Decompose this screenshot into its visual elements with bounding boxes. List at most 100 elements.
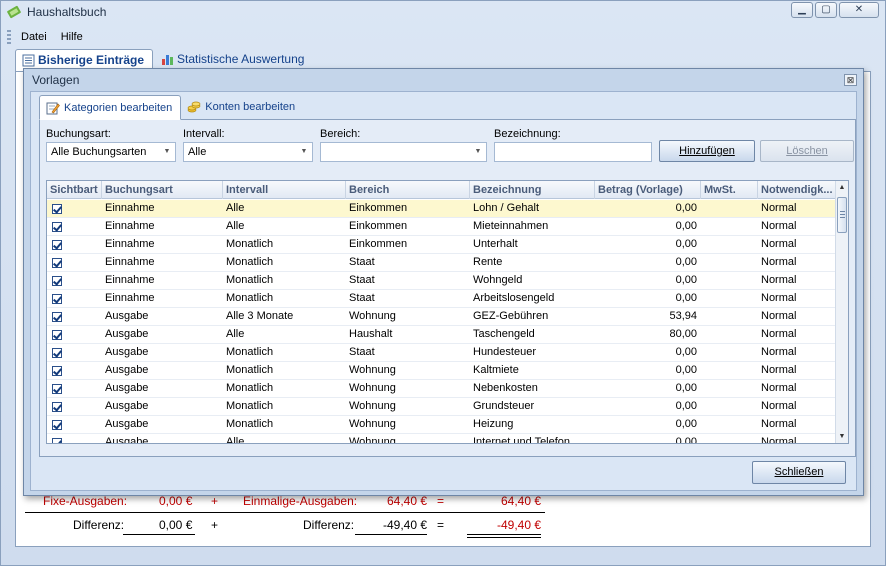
table-row[interactable]: Einnahme Monatlich Einkommen Unterhalt 0,00 N… <box>47 236 836 254</box>
menu-datei[interactable]: Datei <box>21 28 47 46</box>
visible-checkbox[interactable] <box>52 420 62 430</box>
titlebar: Haushaltsbuch ▁ ▢ ✕ <box>1 1 885 23</box>
notwendigkeit-cell: Normal <box>761 400 797 412</box>
bereich-cell: Wohnung <box>349 310 396 322</box>
notwendigkeit-cell: Normal <box>761 220 797 232</box>
visible-checkbox[interactable] <box>52 438 62 443</box>
column-header-notwendigkeit[interactable]: Notwendigk... <box>758 181 836 199</box>
mwst-cell <box>701 380 758 398</box>
schliessen-button[interactable]: Schließen <box>752 461 846 484</box>
column-header-sichtbart[interactable]: Sichtbart <box>47 181 102 199</box>
visible-checkbox[interactable] <box>52 294 62 304</box>
intervall-cell: Monatlich <box>226 346 274 358</box>
visible-checkbox[interactable] <box>52 366 62 376</box>
sichtbart-cell <box>47 434 102 443</box>
bezeichnung-cell: Rente <box>473 256 503 268</box>
intervall-cell: Monatlich <box>226 382 274 394</box>
sichtbart-cell <box>47 218 102 236</box>
tab-konten-bearbeiten[interactable]: Konten bearbeiten <box>181 95 303 120</box>
sichtbart-cell <box>47 290 102 308</box>
sichtbart-cell <box>47 416 102 434</box>
sichtbart-cell <box>47 380 102 398</box>
bezeichnung-cell: GEZ-Gebühren <box>473 310 549 322</box>
tab-kategorien-bearbeiten[interactable]: Kategorien bearbeiten <box>39 95 182 120</box>
bezeichnung-cell: Lohn / Gehalt <box>473 202 540 214</box>
table-row[interactable]: Einnahme Monatlich Staat Rente 0,00 Normal <box>47 254 836 272</box>
mwst-cell <box>701 272 758 290</box>
visible-checkbox[interactable] <box>52 222 62 232</box>
mwst-cell <box>701 326 758 344</box>
table-row[interactable]: Ausgabe Alle Haushalt Taschengeld 80,00 Norma… <box>47 326 836 344</box>
table-row[interactable]: Ausgabe Monatlich Staat Hundesteuer 0,00 Norm… <box>47 344 836 362</box>
visible-checkbox[interactable] <box>52 402 62 412</box>
maximize-button[interactable]: ▢ <box>815 2 837 18</box>
table-row[interactable]: Ausgabe Monatlich Wohnung Heizung 0,00 Normal <box>47 416 836 434</box>
betrag-cell: 0,00 <box>675 256 697 268</box>
intervall-cell: Alle <box>226 328 245 340</box>
notwendigkeit-cell: Normal <box>761 202 797 214</box>
table-row[interactable]: Ausgabe Monatlich Wohnung Grundsteuer 0,00 No… <box>47 398 836 416</box>
column-header-betrag[interactable]: Betrag (Vorlage) <box>595 181 701 199</box>
menu-hilfe[interactable]: Hilfe <box>61 28 83 46</box>
column-header-mwst[interactable]: MwSt. <box>701 181 758 199</box>
bezeichnung-cell: Taschengeld <box>473 328 535 340</box>
hinzufuegen-button[interactable]: Hinzufügen <box>659 140 755 162</box>
bereich-cell: Staat <box>349 256 375 268</box>
bereich-cell: Staat <box>349 346 375 358</box>
visible-checkbox[interactable] <box>52 348 62 358</box>
column-header-buchungsart[interactable]: Buchungsart <box>102 181 223 199</box>
scrollbar-thumb[interactable] <box>837 197 847 233</box>
minimize-button[interactable]: ▁ <box>791 2 813 18</box>
dialog-tabs: Kategorien bearbeiten Konten bearbeiten <box>39 95 303 120</box>
intervall-select[interactable]: Alle ▼ <box>183 142 313 162</box>
window-controls: ▁ ▢ ✕ <box>791 2 879 18</box>
bereich-select[interactable]: ▼ <box>320 142 487 162</box>
column-header-bereich[interactable]: Bereich <box>346 181 470 199</box>
mwst-cell <box>701 218 758 236</box>
column-header-bezeichnung[interactable]: Bezeichnung <box>470 181 595 199</box>
notwendigkeit-cell: Normal <box>761 292 797 304</box>
table-row[interactable]: Ausgabe Monatlich Wohnung Nebenkosten 0,00 No… <box>47 380 836 398</box>
betrag-cell: 0,00 <box>675 238 697 250</box>
bereich-cell: Wohnung <box>349 418 396 430</box>
close-window-button[interactable]: ✕ <box>839 2 879 18</box>
buchungsart-cell: Ausgabe <box>105 418 149 430</box>
sichtbart-cell <box>47 200 102 218</box>
intervall-cell: Monatlich <box>226 400 274 412</box>
intervall-cell: Alle <box>226 436 245 444</box>
loeschen-button[interactable]: Löschen <box>760 140 854 162</box>
buchungsart-cell: Ausgabe <box>105 436 149 444</box>
table-row[interactable]: Ausgabe Alle Wohnung Internet und Telefon 0,… <box>47 434 836 444</box>
buchungsart-cell: Ausgabe <box>105 346 149 358</box>
table-row[interactable]: Einnahme Monatlich Staat Wohngeld 0,00 Normal <box>47 272 836 290</box>
mwst-cell <box>701 308 758 326</box>
chevron-down-icon: ▼ <box>300 148 308 155</box>
intervall-cell: Alle <box>226 202 245 214</box>
edit-note-icon <box>46 102 60 115</box>
visible-checkbox[interactable] <box>52 204 62 214</box>
visible-checkbox[interactable] <box>52 258 62 268</box>
visible-checkbox[interactable] <box>52 276 62 286</box>
table-row[interactable]: Einnahme Monatlich Staat Arbeitslosengeld 0,… <box>47 290 836 308</box>
table-row[interactable]: Einnahme Alle Einkommen Lohn / Gehalt 0,00 No… <box>47 200 836 218</box>
dialog-close-icon[interactable]: ⊠ <box>844 74 857 86</box>
table-row[interactable]: Ausgabe Monatlich Wohnung Kaltmiete 0,00 Norm… <box>47 362 836 380</box>
column-header-intervall[interactable]: Intervall <box>223 181 346 199</box>
bereich-cell: Einkommen <box>349 238 408 250</box>
bar-chart-icon <box>162 55 174 65</box>
mwst-cell <box>701 398 758 416</box>
bereich-cell: Einkommen <box>349 202 408 214</box>
visible-checkbox[interactable] <box>52 384 62 394</box>
scroll-up-icon[interactable]: ▲ <box>836 181 848 194</box>
vertical-scrollbar[interactable]: ▲ ▼ <box>835 181 848 443</box>
scroll-down-icon[interactable]: ▼ <box>836 430 848 443</box>
table-row[interactable]: Einnahme Alle Einkommen Mieteinnahmen 0,00 No… <box>47 218 836 236</box>
intervall-cell: Alle 3 Monate <box>226 310 294 322</box>
buchungsart-select[interactable]: Alle Buchungsarten ▼ <box>46 142 176 162</box>
table-row[interactable]: Ausgabe Alle 3 Monate Wohnung GEZ-Gebühren 5… <box>47 308 836 326</box>
bezeichnung-input[interactable] <box>494 142 652 162</box>
visible-checkbox[interactable] <box>52 312 62 322</box>
visible-checkbox[interactable] <box>52 240 62 250</box>
visible-checkbox[interactable] <box>52 330 62 340</box>
dialog-title: Vorlagen <box>32 73 80 87</box>
